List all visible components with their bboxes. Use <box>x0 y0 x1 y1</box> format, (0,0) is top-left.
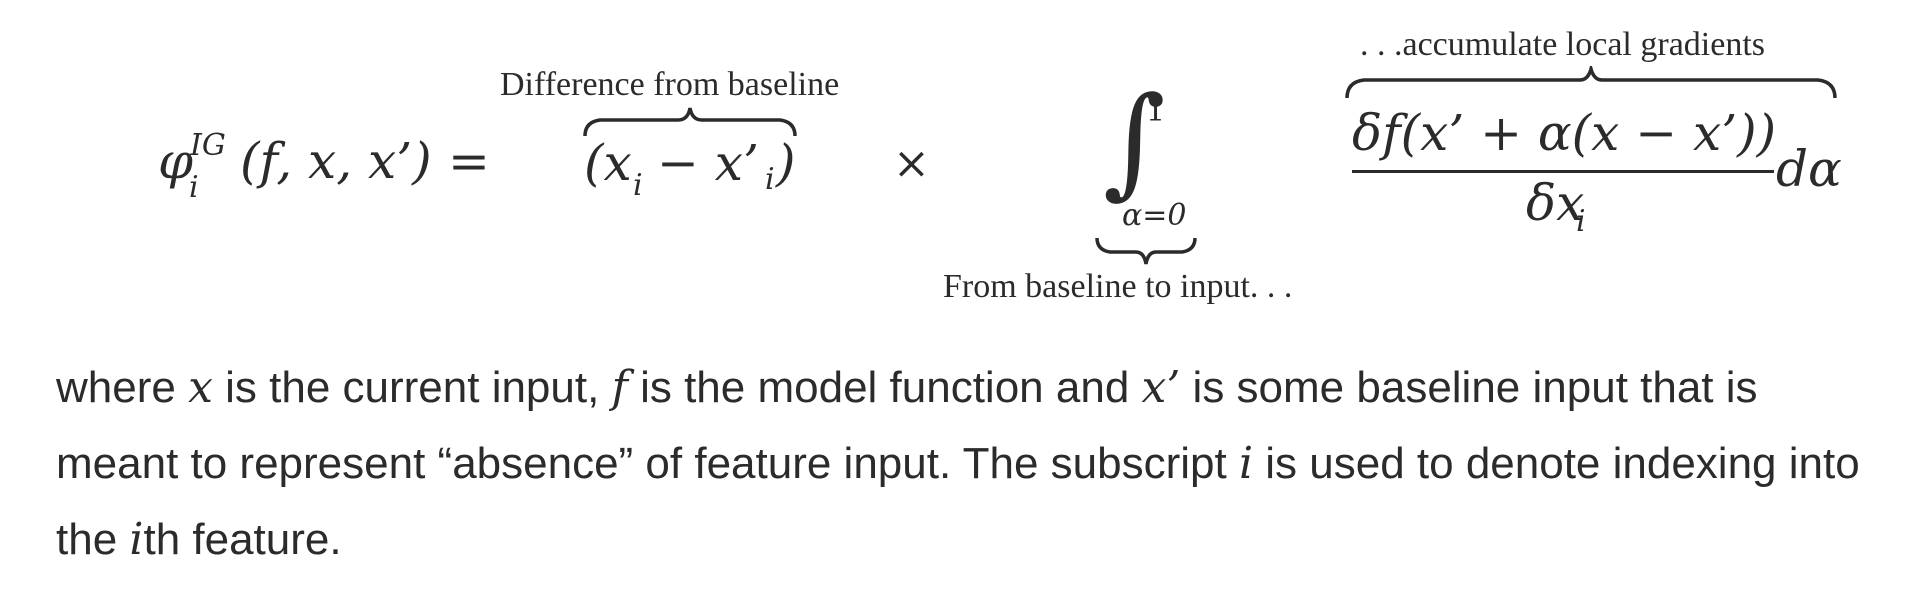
paragraph-line-2: meant to represent “absence” of feature … <box>56 426 1896 502</box>
text-span: where <box>56 363 189 412</box>
overbrace-gradient <box>1345 66 1837 99</box>
text-span: is some baseline input that is <box>1180 363 1758 412</box>
annotation-difference: Difference from baseline <box>500 66 840 103</box>
text-span: the <box>56 515 130 564</box>
integrated-gradients-formula: φ IG i (f, x, x’) = Difference from base… <box>0 0 1924 330</box>
integral-lower-limit: α=0 <box>1122 198 1187 233</box>
gradient-denominator-subscript: i <box>1576 204 1586 239</box>
variable-x-prime: x’ <box>1141 362 1181 413</box>
page: φ IG i (f, x, x’) = Difference from base… <box>0 0 1924 594</box>
fraction-bar <box>1352 170 1774 173</box>
annotation-gradient: . . .accumulate local gradients <box>1360 26 1765 63</box>
annotation-integral: From baseline to input. . . <box>943 268 1293 305</box>
text-span: th feature. <box>143 515 342 564</box>
paragraph-line-1: where x is the current input, f is the m… <box>56 350 1896 426</box>
text-span: is the current input, <box>212 363 612 412</box>
text-span: meant to represent “absence” of feature … <box>56 439 1239 488</box>
variable-i: i <box>129 514 144 565</box>
difference-subscript-i-2: i <box>765 162 775 197</box>
gradient-numerator: δf(x’ + α(x − x’)) <box>1352 104 1777 162</box>
variable-i: i <box>1238 438 1254 489</box>
underbrace-integral <box>1095 237 1197 265</box>
differential-d-alpha: dα <box>1776 140 1842 198</box>
explanation-paragraph: where x is the current input, f is the m… <box>56 350 1896 578</box>
times-sign: × <box>893 138 930 189</box>
paragraph-line-3: the ith feature. <box>56 502 1896 578</box>
difference-subscript-i: i <box>633 168 643 203</box>
phi-symbol: φ <box>158 132 194 190</box>
integral-sign: ∫ <box>1103 72 1166 211</box>
equals-sign: = <box>448 132 490 190</box>
difference-open: (x <box>584 134 632 192</box>
difference-minus: − x’ <box>657 134 759 192</box>
phi-superscript: IG <box>190 128 226 163</box>
text-span: is used to denote indexing into <box>1253 439 1860 488</box>
variable-f: f <box>611 362 628 413</box>
difference-close: ) <box>776 134 796 192</box>
lhs-arguments: (f, x, x’) <box>240 132 432 190</box>
variable-x: x <box>188 362 213 413</box>
text-span: is the model function and <box>627 363 1142 412</box>
phi-subscript: i <box>189 170 199 205</box>
integral-upper-limit: 1 <box>1146 94 1166 129</box>
